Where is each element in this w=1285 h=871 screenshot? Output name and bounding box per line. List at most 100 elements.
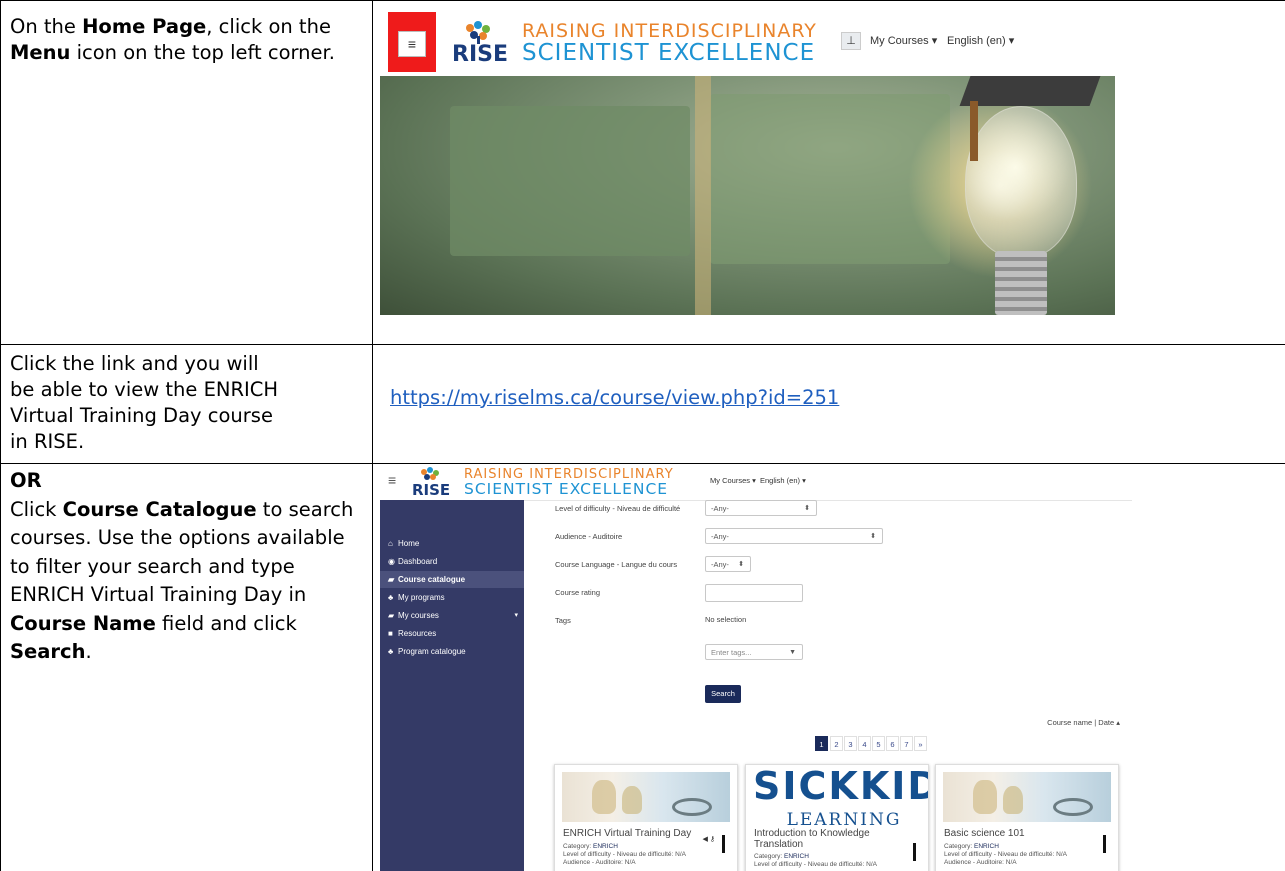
home-topbar: ≡ RAISING INTERDISCIPLINARY RISE SCIENTI… — [380, 8, 1115, 76]
stethoscope-icon — [1053, 798, 1093, 816]
sidebar-item-my-programs[interactable]: ♣ My programs — [380, 589, 524, 606]
page-1[interactable]: 1 — [815, 736, 828, 751]
graduation-cap-icon — [959, 76, 1101, 106]
sidebar-item-resources[interactable]: ■ Resources — [380, 625, 524, 642]
table-border-left — [0, 0, 1, 871]
hamburger-menu-icon[interactable]: ≡ — [388, 472, 396, 488]
tree-icon — [466, 21, 490, 44]
course-language-select[interactable]: -Any- ⬍ — [705, 556, 751, 572]
chevron-down-icon: ▾ — [514, 612, 518, 619]
board-frame — [695, 76, 711, 315]
course-card-knowledge-translation[interactable]: SICKKIDS LEARNING Introduction to Knowle… — [745, 764, 929, 871]
tags-selection-value: No selection — [705, 615, 747, 624]
step2-instruction: Click the link and you will be able to v… — [10, 352, 279, 453]
lightbulb-icon — [965, 106, 1077, 258]
hamburger-menu-icon[interactable]: ≡ — [398, 31, 426, 57]
course-card-enrich[interactable]: ENRICH Virtual Training Day ◀ ⚷ Category… — [554, 764, 738, 871]
sidebar-item-course-catalogue[interactable]: ▰ Course catalogue — [380, 571, 524, 588]
course-difficulty: Level of difficulty - Niveau de difficul… — [563, 851, 686, 858]
resources-icon: ■ — [388, 629, 393, 638]
course-title[interactable]: Basic science 101 — [944, 828, 1109, 839]
table-column-divider — [372, 0, 373, 871]
stethoscope-icon — [672, 798, 712, 816]
bulb-base — [995, 251, 1047, 315]
chalkboard-shape — [450, 106, 690, 256]
programs-icon: ♣ — [388, 647, 394, 656]
course-thumbnail: SICKKIDS LEARNING — [753, 765, 928, 830]
sidebar-item-home[interactable]: ⌂ Home — [380, 535, 524, 552]
sort-options[interactable]: Course name | Date ▴ — [1047, 718, 1120, 727]
language-menu[interactable]: English (en) ▾ — [947, 34, 1014, 47]
filter-label-language: Course Language - Langue du cours — [555, 560, 678, 569]
sitemap-icon[interactable]: ⊥ — [841, 32, 861, 50]
chevron-down-icon: ▼ — [789, 649, 796, 656]
course-card-basic-science[interactable]: Basic science 101 Category: ENRICH Level… — [935, 764, 1119, 871]
course-thumbnail — [562, 772, 730, 822]
page-5[interactable]: 5 — [872, 736, 885, 751]
page-4[interactable]: 4 — [858, 736, 871, 751]
course-category: Category: ENRICH — [944, 843, 999, 850]
logo-rise-mark: RISE — [452, 42, 508, 67]
graduation-cap-icon: ▰ — [388, 611, 395, 620]
difficulty-select[interactable]: -Any- ⬍ — [705, 500, 817, 516]
logo-line2: SCIENTIST EXCELLENCE — [464, 480, 669, 498]
course-thumbnail — [943, 772, 1111, 822]
audience-select[interactable]: -Any- ⬍ — [705, 528, 883, 544]
enrol-icons: ◀ ⚷ — [702, 836, 715, 843]
logo-rise-mark: RISE — [412, 481, 451, 499]
select-arrow-icon: ⬍ — [870, 533, 876, 540]
tags-input[interactable]: Enter tags... ▼ — [705, 644, 803, 660]
filter-label-difficulty: Level of difficulty - Niveau de difficul… — [555, 504, 681, 513]
sidebar: ⌂ Home ◉ Dashboard ▰ Course catalogue ♣ My p… — [380, 500, 524, 871]
select-arrow-icon: ⬍ — [804, 505, 810, 512]
search-button[interactable]: Search — [705, 685, 741, 703]
rise-logo: RAISING INTERDISCIPLINARY RISE SCIENTIST… — [450, 16, 830, 72]
scroll-indicator — [722, 835, 725, 853]
select-arrow-icon: ⬍ — [738, 561, 744, 568]
rise-logo-small: RAISING INTERDISCIPLINARY RISE SCIENTIST… — [410, 466, 710, 500]
language-menu[interactable]: English (en) ▾ — [760, 476, 806, 485]
course-category: Category: ENRICH — [754, 853, 809, 860]
logo-line2: SCIENTIST EXCELLENCE — [522, 40, 816, 66]
course-category: Category: ENRICH — [563, 843, 618, 850]
course-rating-input[interactable] — [705, 584, 803, 602]
page-2[interactable]: 2 — [830, 736, 843, 751]
hero-banner-image — [380, 76, 1115, 315]
learning-banner-text: LEARNING — [786, 810, 902, 830]
tassel — [970, 101, 978, 161]
course-difficulty: Level of difficulty - Niveau de difficul… — [944, 851, 1067, 858]
table-border-row1 — [0, 344, 1285, 345]
home-icon: ⌂ — [388, 539, 393, 548]
course-audience: Audience - Auditoire: N/A — [944, 859, 1017, 866]
course-difficulty: Level of difficulty - Niveau de difficul… — [754, 861, 877, 868]
page-next[interactable]: » — [914, 736, 927, 751]
or-label: OR — [10, 469, 42, 492]
my-courses-menu[interactable]: My Courses ▾ — [710, 476, 756, 485]
scroll-indicator — [913, 843, 916, 861]
table-border-top — [0, 0, 1285, 1]
step1-instruction: On the Home Page, click on the Menu icon… — [10, 15, 335, 64]
course-catalogue-screenshot: ≡ RAISING INTERDISCIPLINARY RISE SCIENTI… — [380, 464, 1132, 871]
sidebar-item-dashboard[interactable]: ◉ Dashboard — [380, 553, 524, 570]
programs-icon: ♣ — [388, 593, 394, 602]
filter-label-audience: Audience - Auditoire — [555, 532, 623, 541]
home-page-screenshot: ≡ RAISING INTERDISCIPLINARY RISE SCIENTI… — [380, 8, 1115, 315]
logo-line1: RAISING INTERDISCIPLINARY — [522, 20, 817, 42]
filter-label-tags: Tags — [555, 616, 571, 625]
sidebar-item-program-catalogue[interactable]: ♣ Program catalogue — [380, 643, 524, 660]
graduation-cap-icon: ▰ — [388, 575, 395, 584]
page-3[interactable]: 3 — [844, 736, 857, 751]
scroll-indicator — [1103, 835, 1106, 853]
course-link[interactable]: https://my.riselms.ca/course/view.php?id… — [390, 386, 839, 409]
step3-instruction: OR Click Course Catalogue to search cour… — [10, 467, 368, 667]
sidebar-item-my-courses[interactable]: ▰ My courses ▾ — [380, 607, 524, 624]
course-audience: Audience - Auditoire: N/A — [563, 859, 636, 866]
sickkids-banner-text: SICKKIDS — [753, 764, 928, 808]
my-courses-menu[interactable]: My Courses ▾ — [870, 34, 937, 47]
dashboard-icon: ◉ — [388, 557, 395, 566]
filter-label-rating: Course rating — [555, 588, 601, 597]
catalogue-topbar: ≡ RAISING INTERDISCIPLINARY RISE SCIENTI… — [380, 464, 1132, 501]
course-title[interactable]: Introduction to Knowledge Translation — [754, 828, 919, 850]
page-6[interactable]: 6 — [886, 736, 899, 751]
page-7[interactable]: 7 — [900, 736, 913, 751]
